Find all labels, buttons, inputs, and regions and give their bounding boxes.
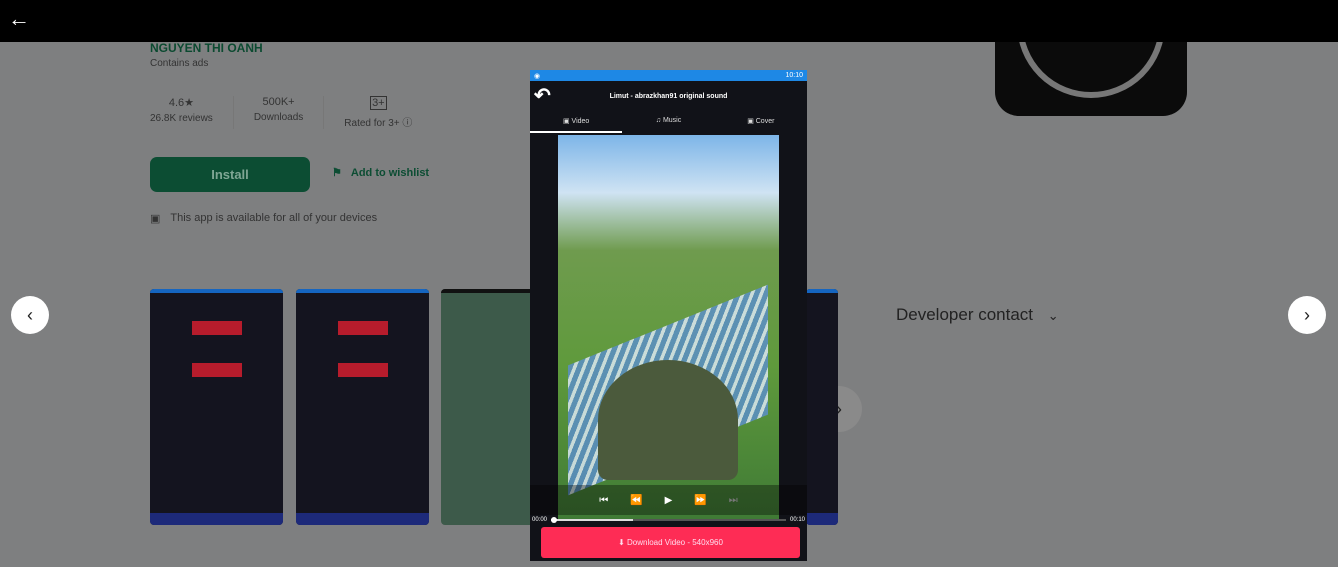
devices-icon: ▣ (150, 213, 161, 225)
status-bar: ◉ 10:10 (530, 70, 807, 81)
video-frame[interactable] (558, 135, 779, 520)
tab-video[interactable]: ▣ Video (530, 111, 623, 133)
device-availability: ▣ This app is available for all of your d… (150, 212, 378, 225)
developer-contact-toggle[interactable]: Developer contact ⌄ (896, 305, 1059, 325)
reply-back-icon[interactable]: ↶ (534, 83, 551, 108)
app-status-icon: ◉ (534, 72, 541, 80)
tab-cover[interactable]: ▣ Cover (715, 111, 807, 133)
duration: 00:10 (789, 517, 805, 523)
bookmark-icon: ⚑ (332, 167, 342, 179)
previous-button[interactable]: ‹ (11, 296, 49, 334)
content-rating-stat[interactable]: 3+ Rated for 3+ ⓘ (324, 96, 432, 129)
contains-ads: Contains ads (150, 58, 209, 69)
video-title: Limut - abrazkhan91 original sound (609, 92, 728, 100)
progress-track[interactable] (551, 517, 786, 523)
developer-name[interactable]: NGUYEN THI OANH (150, 41, 263, 55)
download-video-button[interactable]: ⬇ Download Video - 540x960 (541, 527, 800, 558)
screenshot-thumbnail[interactable] (441, 289, 541, 525)
install-button[interactable]: Install (150, 157, 310, 192)
rating-stat: 4.6★ 26.8K reviews (150, 96, 234, 129)
fast-forward-icon[interactable]: ⏩ (694, 495, 706, 506)
seek-handle[interactable] (551, 517, 558, 523)
top-bar: ← (0, 0, 1338, 42)
skip-next-icon[interactable]: ⏭ (729, 495, 738, 506)
tab-music[interactable]: ♫ Music (622, 111, 714, 133)
skip-previous-icon[interactable]: ⏮ (599, 495, 608, 506)
screenshot-thumbnail[interactable] (806, 289, 838, 525)
add-to-wishlist-button[interactable]: ⚑ Add to wishlist (332, 166, 429, 180)
next-button[interactable]: › (1288, 296, 1326, 334)
downloads-stat: 500K+ Downloads (234, 96, 325, 129)
chevron-down-icon: ⌄ (1047, 308, 1059, 323)
screenshot-viewer: ◉ 10:10 ↶ Limut - abrazkhan91 original sou… (530, 70, 807, 561)
screenshot-thumbnail[interactable] (150, 289, 283, 525)
playback-controls: ⏮ ⏪ ▶ ⏩ ⏭ (530, 485, 807, 515)
seek-bar: 00:00 00:10 (530, 514, 807, 526)
current-time: 00:00 (532, 517, 548, 523)
app-stats: 4.6★ 26.8K reviews 500K+ Downloads 3+ Rated… (150, 96, 432, 129)
screenshot-thumbnail[interactable] (296, 289, 429, 525)
rewind-icon[interactable]: ⏪ (630, 495, 642, 506)
play-icon[interactable]: ▶ (665, 495, 673, 506)
back-arrow-icon[interactable]: ← (8, 6, 30, 32)
